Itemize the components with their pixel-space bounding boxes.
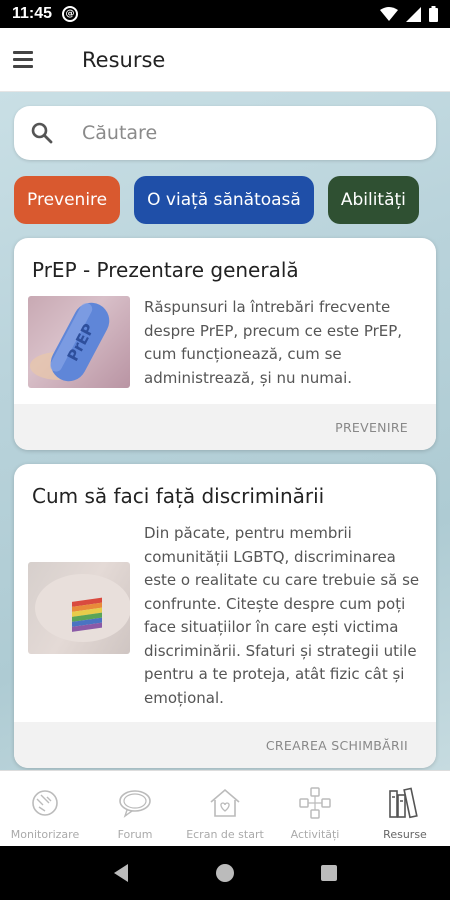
nav-label: Activități — [290, 828, 340, 841]
rainbow-flag-illustration — [35, 574, 130, 642]
back-icon[interactable] — [112, 863, 130, 883]
card-category: CREAREA SCHIMBĂRII — [14, 722, 436, 768]
status-bar: 11:45 @ — [0, 0, 450, 28]
search-bar[interactable] — [14, 106, 436, 160]
chip-abilitati[interactable]: Abilități — [327, 176, 419, 224]
wifi-icon — [380, 7, 398, 21]
nav-ecran-start[interactable]: Ecran de start — [180, 771, 270, 846]
status-icons — [380, 6, 438, 22]
system-nav-bar — [0, 846, 450, 900]
nav-label: Ecran de start — [186, 828, 264, 841]
search-input[interactable] — [82, 122, 382, 144]
nav-forum[interactable]: Forum — [90, 771, 180, 846]
monitor-icon — [32, 790, 58, 816]
pill-illustration: PrEP — [30, 302, 110, 382]
home-button-icon[interactable] — [215, 863, 235, 883]
nav-label: Monitorizare — [10, 828, 80, 841]
battery-icon — [429, 6, 438, 22]
card-title: Cum să faci față discriminării — [32, 484, 325, 508]
app-bar: Resurse — [0, 28, 450, 92]
nav-activitati[interactable]: Activități — [270, 771, 360, 846]
forum-icon — [119, 790, 151, 818]
nav-resurse[interactable]: Resurse — [360, 771, 450, 846]
recents-icon[interactable] — [320, 864, 338, 882]
card-title: PrEP - Prezentare generală — [32, 258, 299, 282]
menu-icon[interactable] — [0, 28, 60, 92]
bottom-nav: Monitorizare Forum Ecran de start Activi… — [0, 770, 450, 846]
activities-icon — [299, 787, 331, 819]
card-category: PREVENIRE — [14, 404, 436, 450]
chip-prevenire[interactable]: Prevenire — [14, 176, 121, 224]
notification-at-icon: @ — [62, 6, 79, 22]
nav-label: Resurse — [383, 828, 427, 841]
nav-label: Forum — [117, 828, 153, 841]
rainbow-wrist-image — [28, 562, 130, 654]
search-icon — [31, 122, 53, 144]
status-time: 11:45 — [12, 5, 53, 22]
category-chips: Prevenire O viață sănătoasă Abilități — [14, 176, 450, 224]
resource-card-discrimination[interactable]: Cum să faci față discriminării Din păcat… — [14, 464, 436, 768]
chip-viata-sanatoasa[interactable]: O viață sănătoasă — [134, 176, 314, 224]
page-title: Resurse — [82, 47, 166, 72]
card-description: Răspunsuri la întrebări frecvente despre… — [144, 298, 403, 387]
home-icon — [210, 788, 240, 817]
resources-icon — [389, 787, 418, 819]
signal-icon — [406, 6, 421, 22]
resource-card-prep[interactable]: PrEP - Prezentare generală PrEP Răspunsu… — [14, 238, 436, 450]
card-description: Din păcate, pentru membrii comunității L… — [144, 524, 420, 707]
prep-pill-image: PrEP — [28, 296, 130, 388]
resources-content[interactable]: Prevenire O viață sănătoasă Abilități Pr… — [0, 92, 450, 770]
nav-monitorizare[interactable]: Monitorizare — [0, 771, 90, 846]
